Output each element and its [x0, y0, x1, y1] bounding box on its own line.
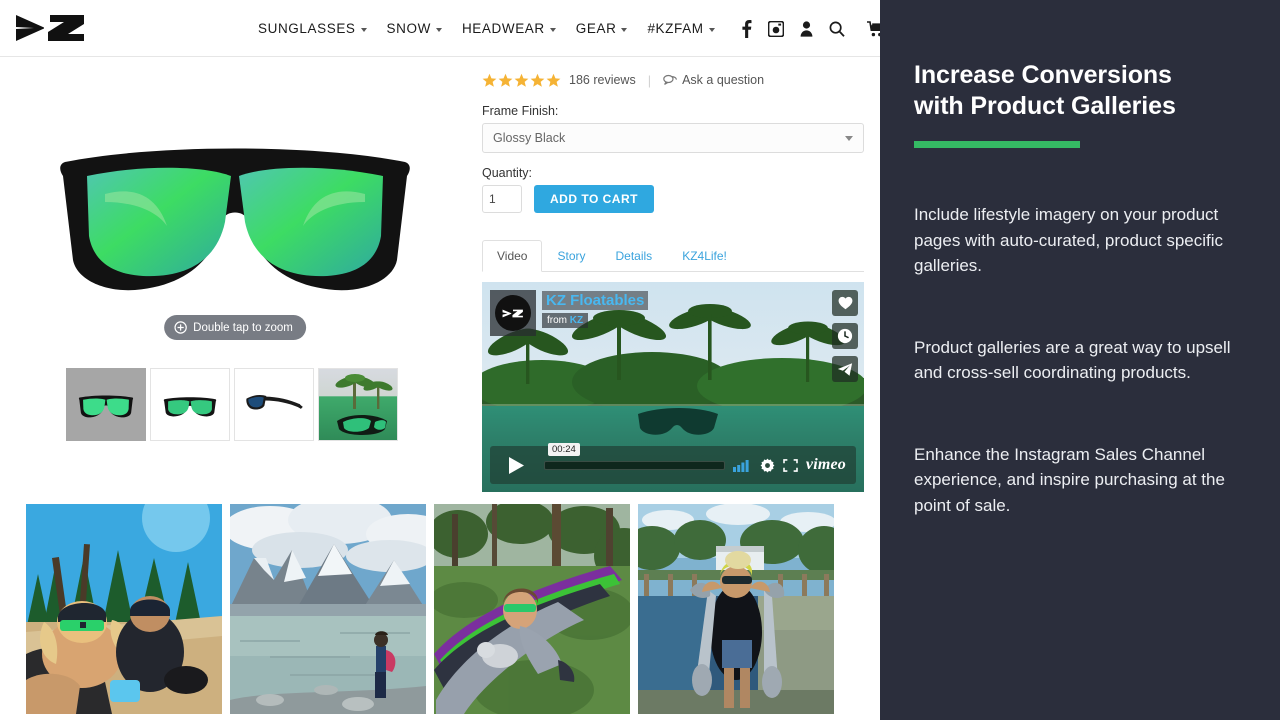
reviews-count[interactable]: 186 reviews — [569, 73, 636, 87]
video-author: from KZ — [542, 313, 589, 328]
instagram-gallery — [0, 492, 880, 714]
settings-gear-icon[interactable] — [760, 458, 775, 473]
star-icon — [546, 73, 561, 87]
fullscreen-icon[interactable] — [783, 458, 798, 472]
nav-label: GEAR — [575, 21, 617, 36]
chevron-down-icon — [708, 27, 715, 32]
nav-item-sunglasses[interactable]: SUNGLASSES — [248, 21, 377, 36]
star-icon — [530, 73, 545, 87]
star-icon — [514, 73, 529, 87]
chevron-down-icon — [621, 27, 628, 32]
video-title[interactable]: KZ Floatables — [542, 291, 649, 310]
frame-finish-select[interactable]: Glossy Black — [482, 123, 864, 153]
nav-item-headwear[interactable]: HEADWEAR — [452, 21, 566, 36]
star-icon — [498, 73, 513, 87]
thumbnail-front-angle[interactable] — [150, 368, 230, 441]
panel-paragraph-1: Include lifestyle imagery on your produc… — [914, 205, 1224, 275]
play-icon[interactable] — [496, 446, 536, 484]
quantity-input[interactable] — [482, 185, 522, 213]
nav-icon-group — [733, 19, 853, 38]
chevron-down-icon — [435, 27, 442, 32]
facebook-icon[interactable] — [733, 19, 760, 38]
watch-later-clock-icon[interactable] — [832, 323, 858, 349]
site-header: SUNGLASSES SNOW HEADWEAR GEAR #KZFAM — [0, 0, 880, 57]
nav-label: SUNGLASSES — [258, 21, 356, 36]
vimeo-logo[interactable]: vimeo — [806, 456, 850, 474]
video-progress-bar[interactable] — [544, 460, 725, 470]
gallery-item-atv-selfie[interactable] — [26, 504, 222, 714]
kz-logo[interactable] — [14, 11, 88, 45]
thumbnail-front-selected[interactable] — [66, 368, 146, 441]
volume-icon[interactable] — [732, 458, 752, 472]
thumbnail-side-view[interactable] — [234, 368, 314, 441]
video-side-actions — [832, 290, 858, 382]
account-icon[interactable] — [792, 20, 821, 37]
tab-kz4life[interactable]: KZ4Life! — [667, 240, 742, 272]
star-icon — [482, 73, 497, 87]
add-to-cart-button[interactable]: ADD TO CART — [534, 185, 654, 213]
sunglasses-illustration — [60, 148, 410, 290]
rating-row: 186 reviews | Ask a question — [482, 69, 864, 91]
cart-button[interactable]: CART — [853, 20, 880, 37]
nav-label: #KZFAM — [647, 21, 704, 36]
share-plane-icon[interactable] — [832, 356, 858, 382]
nav-label: HEADWEAR — [461, 21, 545, 36]
gallery-item-hammock-dog[interactable] — [434, 504, 630, 714]
vimeo-video-player[interactable]: KZ Floatables from KZ 00:24 vimeo — [482, 282, 864, 492]
tab-video[interactable]: Video — [482, 240, 543, 272]
product-gallery-column: Double tap to zoom — [0, 57, 470, 492]
screen: SUNGLASSES SNOW HEADWEAR GEAR #KZFAM Dou… — [0, 0, 1280, 720]
nav-label: SNOW — [386, 21, 431, 36]
quantity-label: Quantity: — [482, 166, 533, 180]
instagram-icon[interactable] — [760, 20, 792, 37]
product-hero-image[interactable]: Double tap to zoom — [0, 57, 470, 362]
panel-title-line2: with Product Galleries — [914, 91, 1176, 120]
zoom-plus-icon — [174, 321, 187, 334]
panel-title-line1: Increase Conversions — [914, 61, 1172, 89]
frame-finish-value: Glossy Black — [493, 131, 566, 145]
video-title-block: KZ Floatables from KZ — [490, 290, 649, 336]
star-rating[interactable] — [482, 73, 561, 88]
gallery-item-mountain-lake[interactable] — [230, 504, 426, 714]
ask-a-question-label: Ask a question — [682, 73, 765, 87]
ask-a-question-link[interactable]: Ask a question — [663, 73, 764, 87]
panel-paragraph-2: Product galleries are a great way to ups… — [914, 337, 1231, 383]
chevron-down-icon — [845, 135, 853, 141]
video-channel-avatar[interactable] — [490, 290, 536, 336]
nav-item-snow[interactable]: SNOW — [377, 21, 452, 36]
nav-item-gear[interactable]: GEAR — [566, 21, 638, 36]
chevron-down-icon — [549, 27, 556, 32]
video-from-author[interactable]: KZ — [570, 315, 583, 326]
chevron-down-icon — [360, 27, 367, 32]
panel-title: Increase Conversions with Product Galler… — [914, 60, 1246, 121]
tab-details[interactable]: Details — [601, 240, 668, 272]
divider: | — [647, 72, 652, 88]
video-time-tooltip: 00:24 — [548, 443, 580, 456]
product-thumbnail-strip — [0, 368, 470, 441]
frame-finish-label: Frame Finish: — [482, 104, 559, 118]
panel-paragraph-3: Enhance the Instagram Sales Channel expe… — [914, 444, 1225, 515]
cart-icon — [866, 20, 880, 37]
storefront-page: SUNGLASSES SNOW HEADWEAR GEAR #KZFAM Dou… — [0, 0, 880, 720]
main-nav: SUNGLASSES SNOW HEADWEAR GEAR #KZFAM — [248, 0, 880, 57]
search-icon[interactable] — [821, 21, 853, 37]
product-info-column: 186 reviews | Ask a question Frame Finis… — [470, 57, 880, 492]
thumbnail-lifestyle-palm[interactable] — [318, 368, 398, 441]
double-tap-to-zoom-badge[interactable]: Double tap to zoom — [164, 315, 306, 340]
video-from-prefix: from — [547, 315, 567, 326]
speech-bubble-icon — [663, 74, 678, 86]
gallery-item-fishing-catch[interactable] — [638, 504, 834, 714]
product-area: Double tap to zoom 186 reviews | Ask a q… — [0, 57, 880, 492]
video-progress-wrap[interactable]: 00:24 — [544, 443, 725, 484]
panel-accent-rule — [914, 141, 1080, 148]
like-heart-icon[interactable] — [832, 290, 858, 316]
marketing-panel: Increase Conversions with Product Galler… — [880, 0, 1280, 720]
nav-item-kzfam[interactable]: #KZFAM — [637, 21, 724, 36]
video-controls-bar: 00:24 vimeo — [490, 443, 856, 484]
product-tabs: Video Story Details KZ4Life! — [482, 239, 864, 272]
zoom-badge-label: Double tap to zoom — [193, 321, 293, 334]
tab-story[interactable]: Story — [542, 240, 600, 272]
quantity-row: ADD TO CART — [482, 185, 864, 213]
floating-sunglasses — [638, 408, 718, 435]
